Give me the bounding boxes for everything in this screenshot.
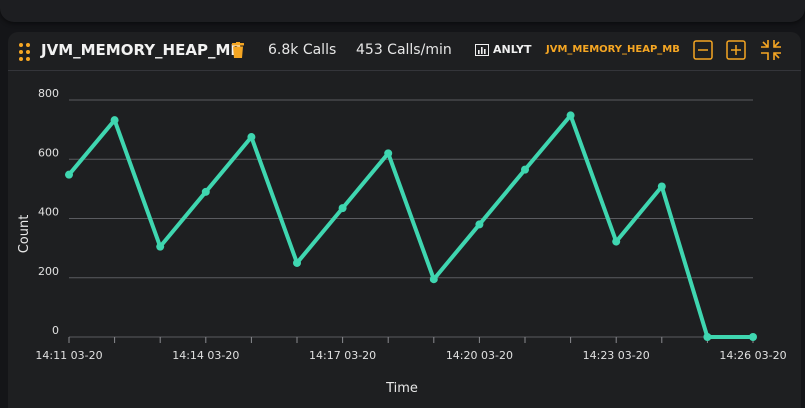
series-line — [67, 113, 755, 339]
data-point — [749, 333, 757, 341]
x-axis-title: Time — [385, 381, 418, 396]
data-point — [338, 204, 347, 213]
y-axis-title: Count — [17, 215, 32, 254]
metric-panel: JVM_MEMORY_HEAP_MB 6.8k Calls 453 Calls/… — [8, 32, 801, 408]
y-tick-label: 0 — [52, 324, 59, 337]
data-point — [156, 242, 165, 251]
x-tick-label: 14:23 03-20 — [583, 349, 650, 362]
series-layer — [65, 111, 757, 341]
x-tick-label: 14:14 03-20 — [172, 349, 239, 362]
data-point — [384, 149, 393, 158]
data-point — [110, 116, 119, 125]
previous-panel — [0, 0, 805, 22]
y-tick-label: 400 — [38, 206, 59, 219]
y-tick-label: 800 — [38, 87, 59, 100]
data-point — [657, 182, 666, 191]
data-point — [703, 333, 712, 341]
y-tick-label: 200 — [38, 265, 59, 278]
x-tick-labels: 14:11 03-20 14:14 03-20 14:17 03-20 14:20 0… — [35, 349, 786, 362]
x-tick-label: 14:11 03-20 — [35, 349, 102, 362]
data-point — [566, 111, 575, 120]
data-point — [293, 258, 301, 267]
x-tick-label: 14:26 03-20 — [719, 349, 786, 362]
data-point — [247, 133, 256, 142]
line-chart: 0200400600800 14:11 03-20 14:14 03-20 14:1… — [17, 87, 787, 396]
y-tick-labels: 0 200 400 600 800 — [38, 87, 59, 337]
data-point — [429, 275, 438, 284]
y-tick-label: 600 — [38, 146, 59, 159]
data-point — [475, 220, 484, 229]
x-tick-label: 14:17 03-20 — [309, 349, 376, 362]
data-point — [521, 165, 529, 174]
data-point — [201, 187, 210, 196]
data-point — [65, 170, 73, 179]
data-point — [612, 237, 621, 246]
x-tick-label: 14:20 03-20 — [446, 349, 513, 362]
